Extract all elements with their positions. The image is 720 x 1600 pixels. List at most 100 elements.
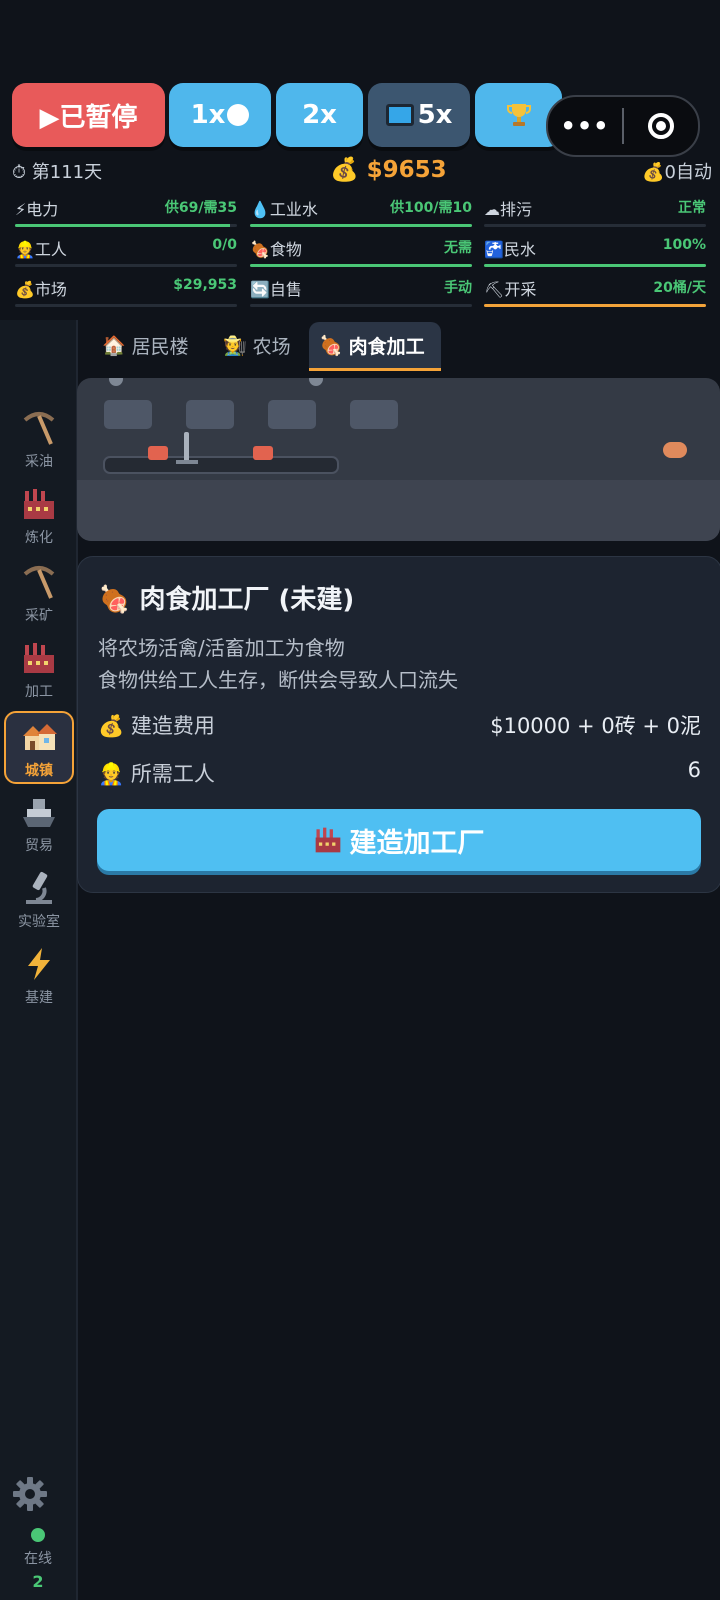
farmer-icon: 🧑‍🌾 — [223, 334, 247, 357]
press-arm — [184, 432, 189, 462]
day-text: 第111天 — [31, 162, 103, 183]
factory-scene — [77, 378, 720, 541]
tab-meat-processing[interactable]: 🍖 肉食加工 — [309, 322, 441, 371]
sidebar-item-mining[interactable]: 采矿 — [4, 562, 74, 625]
meat-icon: 🍖 — [98, 585, 131, 615]
ship-icon — [4, 792, 74, 832]
factory-window — [104, 400, 152, 429]
tab-farm[interactable]: 🧑‍🌾 农场 — [213, 322, 301, 368]
money-bag-icon: 💰 — [330, 157, 359, 183]
resource-value: 正常 — [678, 200, 706, 216]
sidebar-item-label: 采矿 — [25, 608, 53, 624]
conveyor-belt — [103, 456, 339, 474]
factory-icon — [4, 638, 74, 678]
resource-label: 电力 — [26, 200, 59, 219]
close-miniprogram-button[interactable] — [624, 113, 698, 139]
tab-residential[interactable]: 🏠 居民楼 — [92, 322, 199, 368]
resource-food: 🍖食物 无需 — [250, 236, 472, 267]
factory-window — [350, 400, 398, 429]
resource-bar — [250, 264, 472, 267]
resource-bar — [15, 264, 237, 267]
resource-label: 排污 — [500, 200, 533, 219]
resource-label: 工人 — [34, 240, 67, 259]
resource-label: 民水 — [503, 240, 536, 259]
worker-icon: 👷 — [15, 240, 35, 259]
speed-1x-button[interactable]: 1x — [169, 83, 271, 147]
card-description-line: 将农场活禽/活畜加工为食物 — [98, 636, 345, 660]
resource-value: 手动 — [444, 280, 472, 296]
pickaxe-icon — [4, 562, 74, 602]
tab-label: 农场 — [252, 335, 291, 358]
factory-window — [186, 400, 234, 429]
sidebar-item-infrastructure[interactable]: 基建 — [4, 944, 74, 1007]
target-icon — [648, 113, 674, 139]
sidebar-item-refining[interactable]: 炼化 — [4, 484, 74, 547]
sidebar-item-label: 采油 — [25, 454, 53, 470]
stopwatch-icon: ⏱ — [12, 162, 27, 183]
trophy-icon — [506, 104, 531, 126]
resource-bar — [250, 224, 472, 227]
speed-2x-button[interactable]: 2x — [276, 83, 363, 147]
press-base — [176, 460, 198, 464]
speed-1x-label: 1x — [190, 100, 226, 130]
sidebar-item-label: 实验室 — [18, 914, 60, 930]
resource-extraction: ⛏开采 20桶/天 — [484, 276, 706, 307]
resource-value: 100% — [662, 237, 706, 253]
sausage-product — [663, 442, 687, 458]
pickaxe-icon — [4, 408, 74, 448]
pause-label: ▶已暂停 — [39, 102, 138, 133]
money-bag-icon: 💰 — [15, 280, 35, 299]
resource-market: 💰市场 $29,953 — [15, 276, 237, 307]
refresh-icon: 🔄 — [250, 280, 270, 299]
sidebar-item-processing[interactable]: 加工 — [4, 638, 74, 701]
resource-bar — [15, 224, 237, 227]
gear-icon[interactable] — [12, 1476, 48, 1512]
sidebar-item-town[interactable]: 城镇 — [4, 711, 74, 784]
cloud-icon: ☁ — [484, 200, 500, 219]
cost-label: 建造费用 — [130, 714, 215, 738]
speed-5x-ad-button[interactable]: 5x — [368, 83, 470, 147]
microscope-icon — [4, 868, 74, 908]
pause-button[interactable]: ▶已暂停 — [12, 83, 165, 147]
pickaxe-icon: ⛏ — [484, 280, 505, 299]
sidebar-item-oil[interactable]: 采油 — [4, 408, 74, 471]
resource-power: ⚡电力 供69/需35 — [15, 196, 237, 227]
factory-icon — [315, 827, 340, 853]
worker-icon: 👷 — [98, 762, 125, 786]
resource-label: 工业水 — [269, 200, 318, 219]
resource-value: $29,953 — [173, 277, 237, 293]
lightning-icon — [4, 944, 74, 984]
sidebar-item-label: 基建 — [25, 990, 53, 1006]
required-workers-row: 👷 所需工人 6 — [98, 758, 701, 788]
bolt-icon — [309, 378, 323, 386]
resource-label: 食物 — [269, 240, 302, 259]
water-tap-icon: 🚰 — [484, 240, 504, 259]
speed-5x-label: 5x — [417, 100, 453, 130]
lightning-icon: ⚡ — [15, 200, 27, 219]
factory-window — [268, 400, 316, 429]
tv-icon — [385, 104, 414, 126]
build-factory-button[interactable]: 建造加工厂 — [97, 809, 701, 871]
meat-icon: 🍖 — [250, 240, 270, 259]
resource-value: 无需 — [444, 240, 472, 256]
factory-floor — [77, 480, 720, 541]
workers-label: 所需工人 — [130, 762, 215, 786]
card-title-text: 肉食加工厂 (未建) — [139, 585, 355, 615]
sidebar-item-lab[interactable]: 实验室 — [4, 868, 74, 931]
money-bag-icon: 💰 — [642, 162, 665, 183]
water-drop-icon: 💧 — [250, 200, 270, 219]
sidebar-item-trade[interactable]: 贸易 — [4, 792, 74, 855]
building-info-card: 🍖 肉食加工厂 (未建) 将农场活禽/活畜加工为食物 食物供给工人生存，断供会导… — [77, 556, 720, 893]
card-description-line: 食物供给工人生存，断供会导致人口流失 — [98, 668, 458, 692]
resource-industrial-water: 💧工业水 供100/需10 — [250, 196, 472, 227]
resource-auto-sell[interactable]: 🔄自售 手动 — [250, 276, 472, 307]
online-label: 在线 — [24, 1551, 52, 1567]
resource-bar — [484, 224, 706, 227]
build-cost-row: 💰 建造费用 $10000 + 0砖 + 0泥 — [98, 710, 701, 740]
resource-bar — [15, 304, 237, 307]
auto-text: 0自动 — [664, 162, 712, 183]
meat-piece — [148, 446, 168, 460]
sidebar-item-label: 加工 — [25, 684, 53, 700]
more-menu-button[interactable]: ••• — [548, 112, 622, 140]
houses-icon — [6, 717, 72, 757]
